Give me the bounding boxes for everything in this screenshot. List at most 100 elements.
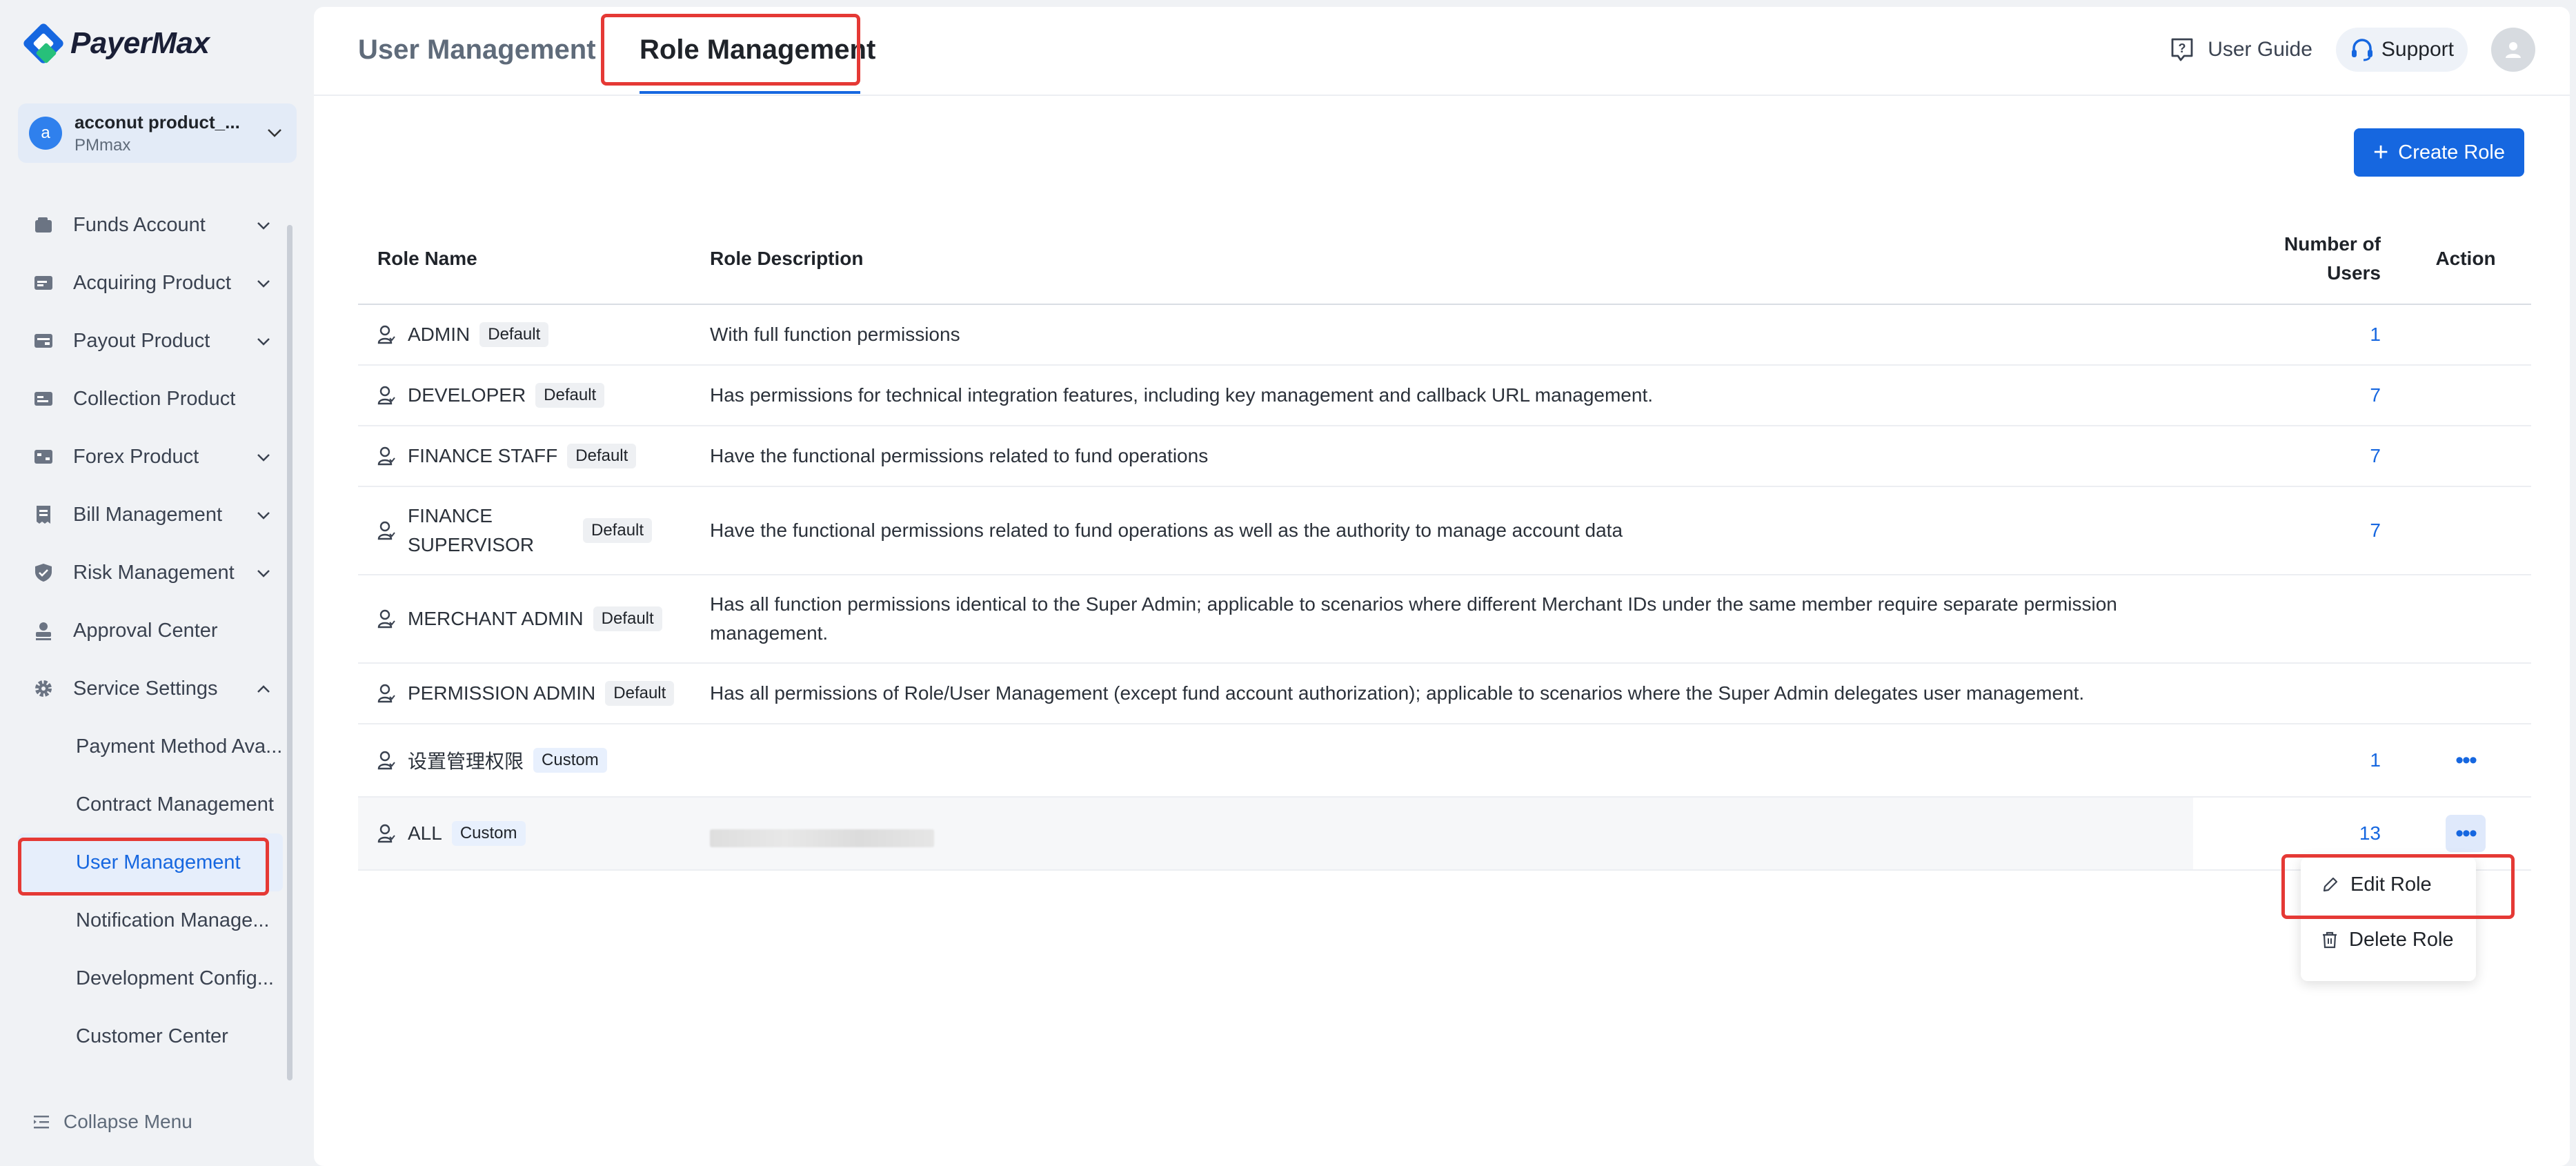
create-role-button[interactable]: + Create Role [2354,128,2524,177]
chevron-down-icon [261,123,288,143]
sidebar-item-label: Approval Center [73,619,218,642]
user-count-link[interactable]: 1 [2193,324,2400,346]
sidebar-scrollbar[interactable] [287,225,293,1080]
user-count-link[interactable]: 7 [2193,384,2400,406]
account-name: acconut product_... [75,111,240,132]
chevron-down-icon [250,506,277,524]
sidebar-item-label: Service Settings [73,677,218,700]
page-header: User Management Role Management ? User G… [314,7,2570,96]
role-icon [377,684,395,703]
role-description: Have the functional permissions related … [710,445,1209,466]
payermax-logo-icon [23,23,63,63]
main-panel: User Management Role Management ? User G… [314,7,2570,1166]
sidebar-subitem-contract-management[interactable]: Contract Management [18,775,283,833]
more-actions-button[interactable]: ••• [2446,742,2486,779]
redacted-text [710,829,934,847]
default-badge: Default [593,606,662,631]
sidebar-subitem-customer-center[interactable]: Customer Center [18,1007,283,1065]
role-icon [377,386,395,405]
sidebar-subitem-payment-method[interactable]: Payment Method Ava... [18,718,283,775]
user-count-link[interactable]: 7 [2193,520,2400,542]
wallet-icon [33,215,54,235]
account-org: PMmax [75,135,131,155]
sidebar-item-funds-account[interactable]: Funds Account [18,196,283,254]
sidebar-menu: Funds Account Acquiring Product Payout P… [18,196,283,1065]
custom-badge: Custom [533,748,607,773]
svg-text:?: ? [2179,41,2186,55]
table-row: FINANCE STAFF Default Have the functiona… [358,426,2531,487]
account-switcher[interactable]: a acconut product_... PMmax [18,103,297,163]
help-icon: ? [2171,38,2193,61]
user-count-link[interactable]: 7 [2193,445,2400,467]
sidebar-item-approval-center[interactable]: Approval Center [18,602,283,660]
forex-icon [33,446,54,467]
default-badge: Default [567,444,637,468]
default-badge: Default [535,383,605,408]
sidebar-subitem-development-config[interactable]: Development Config... [18,949,283,1007]
role-description: Has all function permissions identical t… [710,593,2117,644]
sidebar-item-forex-product[interactable]: Forex Product [18,428,283,486]
sidebar-item-label: Acquiring Product [73,271,231,294]
role-description: Has all permissions of Role/User Managem… [710,682,2085,704]
role-description: With full function permissions [710,324,960,345]
role-name: FINANCE STAFF [408,445,558,466]
column-header-number-label: Number of Users [2284,233,2381,284]
user-guide-link[interactable]: ? User Guide [2169,37,2312,63]
collection-icon [33,388,54,409]
table-row: ADMIN Default With full function permiss… [358,305,2531,366]
column-header-role-description: Role Description [710,248,864,269]
role-description: Have the functional permissions related … [710,520,1623,541]
collapse-menu-label: Collapse Menu [63,1111,192,1132]
sidebar-item-bill-management[interactable]: Bill Management [18,486,283,544]
brand-logo[interactable]: PayerMax [22,19,210,68]
delete-role-menu-item[interactable]: Delete Role [2301,912,2476,967]
chevron-down-icon [250,216,277,234]
sidebar-item-collection-product[interactable]: Collection Product [18,370,283,428]
roles-table: Role Name Role Description Number of Use… [358,214,2531,871]
collapse-menu-button[interactable]: Collapse Menu [33,1111,192,1133]
approval-icon [33,620,54,641]
sidebar-item-label: Risk Management [73,561,235,584]
collapse-icon [34,1116,49,1129]
user-avatar[interactable] [2491,28,2535,72]
chevron-down-icon [250,332,277,350]
more-actions-button[interactable]: ••• [2446,815,2486,852]
role-description-redacted [710,819,2193,848]
default-badge: Default [479,322,549,347]
table-row: ALL Custom 13 ••• [358,798,2531,871]
role-description: Has permissions for technical integratio… [710,384,1654,406]
role-name: MERCHANT ADMIN [408,608,584,629]
plus-icon: + [2373,138,2389,167]
role-icon [377,325,395,344]
sidebar-item-acquiring-product[interactable]: Acquiring Product [18,254,283,312]
sidebar-subitem-notification-management[interactable]: Notification Manage... [18,891,283,949]
tab-user-management[interactable]: User Management [358,34,596,66]
sidebar-item-service-settings[interactable]: Service Settings [18,660,283,718]
role-icon [377,609,395,629]
active-tab-indicator [640,91,860,94]
sidebar-item-payout-product[interactable]: Payout Product [18,312,283,370]
user-guide-label: User Guide [2208,38,2312,61]
bill-icon [33,504,54,525]
table-row: 设置管理权限 Custom 1 ••• [358,724,2531,798]
user-count-link[interactable]: 1 [2193,749,2400,771]
sidebar-item-risk-management[interactable]: Risk Management [18,544,283,602]
gear-icon [33,678,54,699]
trash-icon [2323,931,2337,949]
brand-name: PayerMax [70,26,210,60]
role-name: FINANCE SUPERVISOR [408,505,535,555]
headset-icon [2351,39,2372,61]
role-name: 设置管理权限 [408,751,524,772]
table-row: MERCHANT ADMIN Default Has all function … [358,575,2531,664]
role-name: PERMISSION ADMIN [408,682,596,704]
role-name: DEVELOPER [408,384,526,406]
role-icon [377,446,395,466]
default-badge: Default [605,681,675,706]
highlight-box-role-management [601,14,860,86]
role-icon [377,824,395,843]
account-avatar: a [29,117,62,150]
chevron-up-icon [250,680,277,698]
chevron-down-icon [250,564,277,582]
support-button[interactable]: Support [2335,28,2468,72]
sidebar-item-label: Bill Management [73,503,222,526]
